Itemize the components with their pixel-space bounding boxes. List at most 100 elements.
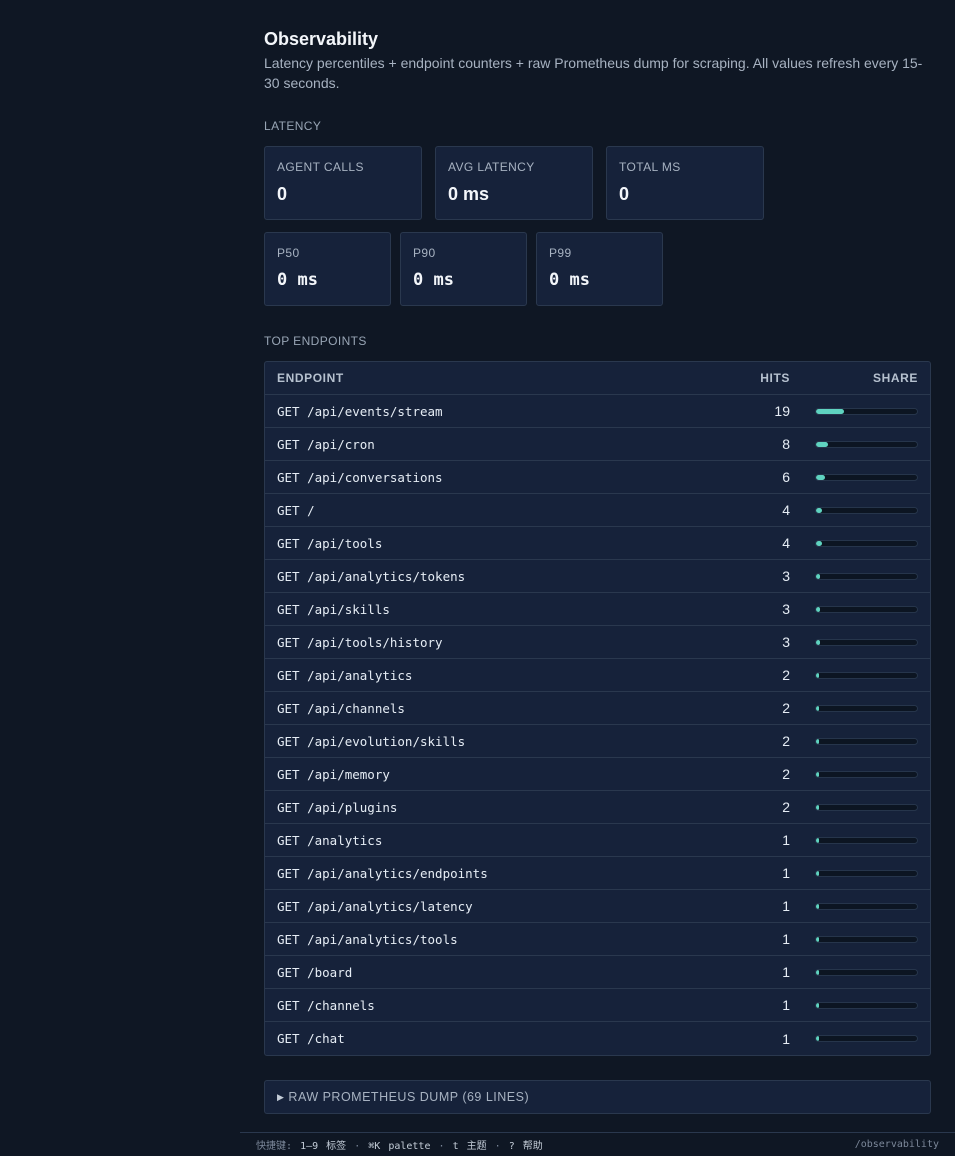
- share-cell: [790, 869, 918, 877]
- share-bar-track: [815, 1001, 918, 1009]
- endpoint-cell: GET /: [277, 502, 315, 518]
- share-bar-track: [815, 572, 918, 580]
- share-cell: [790, 605, 918, 613]
- left-sidebar: [0, 0, 240, 1132]
- table-row: GET /chat 1: [265, 1022, 930, 1055]
- card-value: 0: [619, 184, 630, 204]
- share-bar-track: [815, 902, 918, 910]
- latency-cards: AGENT CALLS 0 AVG LATENCY 0 ms TOTAL MS …: [264, 146, 931, 220]
- raw-prometheus-dump-toggle[interactable]: ▶ RAW PROMETHEUS DUMP (69 LINES): [264, 1080, 931, 1114]
- share-cell: [790, 770, 918, 778]
- share-bar-track: [815, 869, 918, 877]
- endpoint-cell: GET /api/tools/history: [277, 634, 443, 650]
- hits-cell: 2: [782, 733, 790, 749]
- hits-cell: 8: [782, 436, 790, 452]
- hits-cell: 4: [782, 535, 790, 551]
- share-bar-fill: [816, 441, 828, 447]
- endpoints-section-label: TOP ENDPOINTS: [264, 334, 367, 348]
- table-row: GET /board 1: [265, 956, 930, 989]
- share-bar-fill: [816, 771, 819, 777]
- hits-cell: 2: [782, 799, 790, 815]
- share-bar-fill: [816, 639, 821, 645]
- hits-cell: 6: [782, 469, 790, 485]
- share-cell: [790, 473, 918, 481]
- endpoint-cell: GET /board: [277, 964, 353, 980]
- agent-calls-card: AGENT CALLS 0: [264, 146, 422, 220]
- share-bar-track: [815, 539, 918, 547]
- total-ms-card: TOTAL MS 0: [606, 146, 764, 220]
- hits-cell: 3: [782, 568, 790, 584]
- share-cell: [790, 1001, 918, 1009]
- table-row: GET /api/analytics/tokens 3: [265, 560, 930, 593]
- table-body: GET /api/events/stream 19 GET /api/cron 8 GE…: [265, 395, 930, 1055]
- endpoint-cell: GET /api/analytics: [277, 667, 413, 683]
- table-row: GET /api/cron 8: [265, 428, 930, 461]
- hits-cell: 2: [782, 700, 790, 716]
- endpoints-table: ENDPOINT HITS SHARE GET /api/events/stre…: [264, 361, 931, 1056]
- shortcut-prefix: 快捷键:: [256, 1141, 293, 1152]
- latency-section-label: LATENCY: [264, 119, 322, 133]
- endpoint-cell: GET /api/cron: [277, 436, 375, 452]
- endpoint-cell: GET /api/channels: [277, 700, 405, 716]
- hits-cell: 1: [782, 865, 790, 881]
- shortcut-key-palette: ⌘K: [368, 1141, 381, 1152]
- table-row: GET /api/analytics/tools 1: [265, 923, 930, 956]
- share-cell: [790, 506, 918, 514]
- separator: ·: [354, 1141, 361, 1152]
- table-row: GET /analytics 1: [265, 824, 930, 857]
- table-row: GET /api/tools/history 3: [265, 626, 930, 659]
- column-header-hits: HITS: [760, 371, 790, 385]
- share-bar-track: [815, 605, 918, 613]
- table-row: GET /api/conversations 6: [265, 461, 930, 494]
- hits-cell: 2: [782, 667, 790, 683]
- hits-cell: 3: [782, 601, 790, 617]
- endpoint-cell: GET /api/plugins: [277, 799, 398, 815]
- share-cell: [790, 539, 918, 547]
- share-bar-track: [815, 506, 918, 514]
- endpoint-cell: GET /api/tools: [277, 535, 383, 551]
- share-cell: [790, 935, 918, 943]
- card-label: AVG LATENCY: [448, 160, 535, 174]
- table-row: GET / 4: [265, 494, 930, 527]
- hits-cell: 1: [782, 832, 790, 848]
- table-row: GET /api/analytics 2: [265, 659, 930, 692]
- card-value: 0 ms: [277, 270, 318, 290]
- hits-cell: 4: [782, 502, 790, 518]
- share-bar-fill: [816, 903, 819, 909]
- table-row: GET /api/skills 3: [265, 593, 930, 626]
- card-value: 0 ms: [448, 184, 490, 204]
- share-cell: [790, 704, 918, 712]
- hits-cell: 1: [782, 997, 790, 1013]
- shortcut-label-help: 帮助: [522, 1141, 543, 1152]
- share-cell: [790, 902, 918, 910]
- hits-cell: 3: [782, 634, 790, 650]
- share-bar-fill: [816, 474, 825, 480]
- card-label: TOTAL MS: [619, 160, 681, 174]
- share-cell: [790, 836, 918, 844]
- shortcut-hints: 快捷键: 1–9 标签 · ⌘K palette · t 主题 · ? 帮助: [256, 1137, 545, 1152]
- route-path: /observability: [854, 1139, 939, 1150]
- endpoint-cell: GET /api/analytics/tools: [277, 931, 458, 947]
- share-bar-track: [815, 803, 918, 811]
- share-bar-track: [815, 638, 918, 646]
- share-bar-fill: [816, 1036, 819, 1041]
- share-bar-fill: [816, 936, 819, 942]
- table-row: GET /api/analytics/endpoints 1: [265, 857, 930, 890]
- hits-cell: 1: [782, 898, 790, 914]
- share-bar-track: [815, 440, 918, 448]
- table-row: GET /api/events/stream 19: [265, 395, 930, 428]
- share-bar-track: [815, 407, 918, 415]
- card-label: P99: [549, 246, 572, 260]
- share-bar-fill: [816, 1002, 819, 1008]
- share-bar-track: [815, 1035, 918, 1042]
- share-bar-track: [815, 671, 918, 679]
- page-title: Observability: [264, 29, 379, 49]
- table-row: GET /api/analytics/latency 1: [265, 890, 930, 923]
- share-bar-fill: [816, 969, 819, 975]
- separator: ·: [438, 1141, 445, 1152]
- endpoint-cell: GET /channels: [277, 997, 375, 1013]
- main-content: Observability Latency percentiles + endp…: [264, 28, 931, 1114]
- column-header-endpoint: ENDPOINT: [277, 371, 344, 385]
- endpoint-cell: GET /api/analytics/latency: [277, 898, 473, 914]
- share-bar-fill: [816, 507, 822, 513]
